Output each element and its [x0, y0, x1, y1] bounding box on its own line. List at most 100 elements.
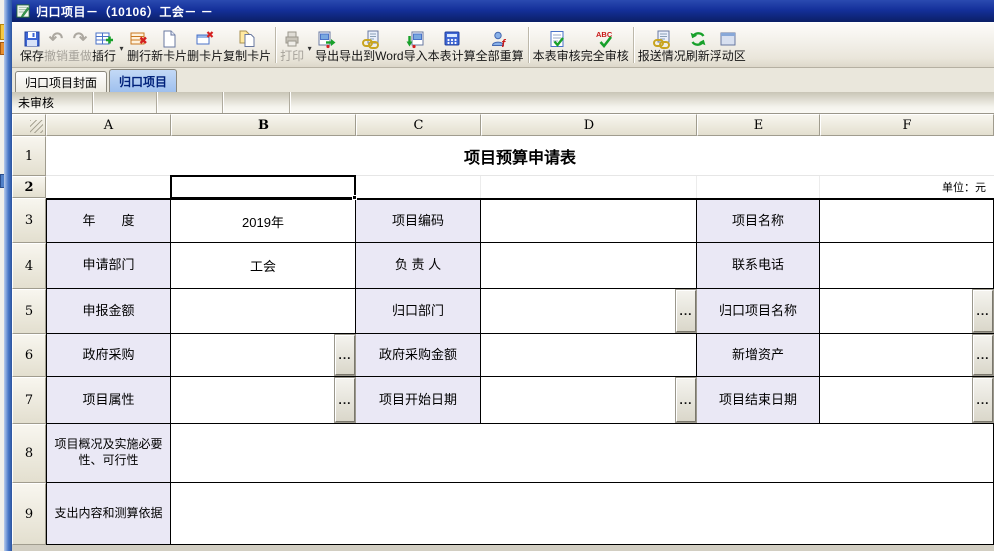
column-header-a[interactable]: A [46, 114, 171, 136]
cell-centralized-project-name-label[interactable]: 归口项目名称 [697, 289, 820, 334]
save-button[interactable]: 保存 [20, 24, 44, 66]
column-header-f[interactable]: F [820, 114, 994, 136]
delete-card-icon [195, 29, 215, 49]
row-header-6[interactable]: 6 [12, 334, 46, 377]
cell-project-name-value[interactable] [820, 198, 994, 243]
window-titlebar: 归口项目－（10106）工会－ － [12, 0, 994, 22]
column-header-c[interactable]: C [356, 114, 481, 136]
cell-centralized-project-name-value[interactable]: ... [820, 289, 994, 334]
cell-start-date-value[interactable]: ... [481, 377, 697, 424]
cell-project-code-label[interactable]: 项目编码 [356, 198, 481, 243]
centralized-dept-picker-button[interactable]: ... [676, 290, 696, 332]
cell-year-label[interactable]: 年 度 [46, 198, 171, 243]
gov-procurement-picker-button[interactable]: ... [335, 335, 355, 375]
cell-project-code-value[interactable] [481, 198, 697, 243]
row-header-7[interactable]: 7 [12, 377, 46, 424]
cell-start-date-label[interactable]: 项目开始日期 [356, 377, 481, 424]
cell-new-assets-label[interactable]: 新增资产 [697, 334, 820, 377]
cell-year-value[interactable]: 2019年 [171, 198, 356, 243]
end-date-picker-button[interactable]: ... [973, 378, 993, 422]
toolbar-separator [633, 27, 634, 63]
undo-icon: ↶ [49, 29, 63, 49]
project-attribute-picker-button[interactable]: ... [335, 378, 355, 422]
cell-gov-procurement-amount-label[interactable]: 政府采购金额 [356, 334, 481, 377]
start-date-picker-button[interactable]: ... [676, 378, 696, 422]
cell-project-attribute-value[interactable]: ... [171, 377, 356, 424]
cell-project-name-label[interactable]: 项目名称 [697, 198, 820, 243]
cell-apply-dept-label[interactable]: 申请部门 [46, 243, 171, 289]
new-card-button[interactable]: 新卡片 [151, 24, 187, 66]
cell-project-attribute-label[interactable]: 项目属性 [46, 377, 171, 424]
status-segment [290, 92, 994, 113]
cell-d2[interactable] [481, 176, 697, 198]
row-header-4[interactable]: 4 [12, 243, 46, 289]
cell-apply-dept-value[interactable]: 工会 [171, 243, 356, 289]
cell-end-date-value[interactable]: ... [820, 377, 994, 424]
row-header-8[interactable]: 8 [12, 424, 46, 483]
cell-manager-label[interactable]: 负 责 人 [356, 243, 481, 289]
cell-c2[interactable] [356, 176, 481, 198]
copy-card-button[interactable]: 复制卡片 [223, 24, 271, 66]
delete-row-icon [129, 29, 149, 49]
export-button[interactable]: 导出 [315, 24, 339, 66]
audit-statusbar: 未审核 [12, 92, 994, 114]
import-button[interactable]: 导入 [404, 24, 428, 66]
row-header-3[interactable]: 3 [12, 198, 46, 243]
row-header-1[interactable]: 1 [12, 136, 46, 176]
cell-e2[interactable] [697, 176, 820, 198]
cell-a2[interactable] [46, 176, 171, 198]
tab-guikou-project[interactable]: 归口项目 [109, 69, 177, 92]
corner-hatch [30, 120, 43, 133]
audit-sheet-button[interactable]: 本表审核 [533, 24, 581, 66]
cell-end-date-label[interactable]: 项目结束日期 [697, 377, 820, 424]
cell-overview-label[interactable]: 项目概况及实施必要性、可行性 [46, 424, 171, 483]
redo-button: ↷ 重做 [68, 24, 92, 66]
column-header-e[interactable]: E [697, 114, 820, 136]
insert-row-dropdown-arrow[interactable]: ▾ [116, 24, 127, 66]
export-to-word-button[interactable]: 导出到Word [339, 24, 403, 66]
cell-contact-phone-value[interactable] [820, 243, 994, 289]
cell-b2-selected[interactable] [171, 176, 356, 198]
cell-expenditure-label[interactable]: 支出内容和测算依据 [46, 483, 171, 545]
floating-zone-button[interactable]: 浮动区 [710, 24, 746, 66]
main-toolbar: 保存 ↶ 撤销 ↷ 重做 插行 ▾ 删行 新卡片 删卡片 复 [12, 22, 994, 68]
new-assets-picker-button[interactable]: ... [973, 335, 993, 375]
cell-centralized-dept-label[interactable]: 归口部门 [356, 289, 481, 334]
cell-declared-amount-label[interactable]: 申报金额 [46, 289, 171, 334]
column-header-d[interactable]: D [481, 114, 697, 136]
refresh-button[interactable]: 刷新 [686, 24, 710, 66]
calc-sheet-button[interactable]: 本表计算 [428, 24, 476, 66]
unit-label: 单位：元 [820, 176, 994, 198]
row-header-2[interactable]: 2 [12, 176, 46, 198]
select-all-corner[interactable] [12, 114, 46, 136]
window-title: 归口项目－（10106）工会－ － [36, 3, 213, 20]
cell-gov-procurement-amount-value[interactable] [481, 334, 697, 377]
full-audit-button[interactable]: ABC 完全审核 [581, 24, 629, 66]
cell-expenditure-value[interactable] [171, 483, 994, 545]
cell-contact-phone-label[interactable]: 联系电话 [697, 243, 820, 289]
column-header-b[interactable]: B [171, 114, 356, 136]
delete-row-button[interactable]: 删行 [127, 24, 151, 66]
print-icon [282, 29, 302, 49]
insert-row-icon [94, 29, 114, 49]
insert-row-button[interactable]: 插行 [92, 24, 116, 66]
save-icon [22, 29, 42, 49]
delete-card-button[interactable]: 删卡片 [187, 24, 223, 66]
cell-gov-procurement-value[interactable]: ... [171, 334, 356, 377]
centralized-project-name-picker-button[interactable]: ... [973, 290, 993, 332]
cell-manager-value[interactable] [481, 243, 697, 289]
tab-guikou-project-cover[interactable]: 归口项目封面 [15, 71, 107, 92]
redo-icon: ↷ [73, 29, 87, 49]
cell-new-assets-value[interactable]: ... [820, 334, 994, 377]
spreadsheet: A B C D E F 1 2 3 4 5 6 7 8 9 项目预算申请表 单位… [12, 114, 994, 545]
cell-declared-amount-value[interactable] [171, 289, 356, 334]
cell-centralized-dept-value[interactable]: ... [481, 289, 697, 334]
report-status-button[interactable]: 报送情况 [638, 24, 686, 66]
row-header-5[interactable]: 5 [12, 289, 46, 334]
form-title[interactable]: 项目预算申请表 [46, 136, 994, 176]
cell-gov-procurement-label[interactable]: 政府采购 [46, 334, 171, 377]
row-header-9[interactable]: 9 [12, 483, 46, 545]
cell-overview-value[interactable] [171, 424, 994, 483]
report-status-icon [652, 29, 672, 49]
recalc-all-button[interactable]: f 全部重算 [476, 24, 524, 66]
